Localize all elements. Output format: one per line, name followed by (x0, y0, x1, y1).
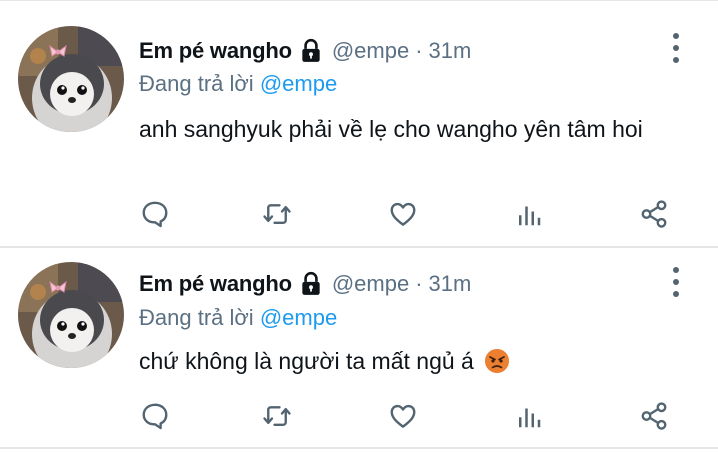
reply-to-handle[interactable]: @empe (260, 71, 337, 96)
lock-icon (298, 38, 324, 64)
penguin-avatar-icon (18, 262, 124, 368)
retweet-button[interactable] (259, 196, 295, 232)
lock-icon (298, 271, 324, 297)
author-name[interactable]: Em pé wangho (139, 270, 292, 298)
share-icon (639, 199, 669, 229)
reply-button[interactable] (137, 398, 173, 434)
tweet[interactable]: Em pé wangho @empe · 31m Đang trả lời @e… (0, 248, 718, 453)
author-handle[interactable]: @empe (332, 37, 409, 65)
reply-prefix: Đang trả lời (139, 71, 254, 96)
analytics-button[interactable] (511, 196, 547, 232)
author-handle[interactable]: @empe (332, 270, 409, 298)
timestamp[interactable]: 31m (429, 37, 472, 65)
reply-icon (140, 199, 170, 229)
more-vertical-icon (666, 30, 686, 66)
tweet-actions (0, 398, 718, 434)
more-vertical-icon (666, 264, 686, 300)
avatar[interactable] (18, 26, 124, 132)
more-options-button[interactable] (666, 30, 686, 66)
bottom-divider (0, 447, 718, 449)
replying-to: Đang trả lời @empe (139, 70, 337, 98)
reply-prefix: Đang trả lời (139, 305, 254, 330)
penguin-avatar-icon (18, 26, 124, 132)
reply-button[interactable] (137, 196, 173, 232)
tweet-header: Em pé wangho @empe · 31m (139, 37, 471, 65)
tweet[interactable]: Em pé wangho @empe · 31m Đang trả lời @e… (0, 0, 718, 248)
like-button[interactable] (385, 196, 421, 232)
replying-to: Đang trả lời @empe (139, 304, 337, 332)
like-icon (388, 199, 418, 229)
share-icon (639, 401, 669, 431)
separator: · (415, 271, 423, 296)
retweet-button[interactable] (259, 398, 295, 434)
avatar[interactable] (18, 262, 124, 368)
tweet-text: chứ không là người ta mất ngủ á (139, 348, 474, 374)
tweet-text: anh sanghyuk phải về lẹ cho wangho yên t… (139, 116, 643, 142)
retweet-icon (262, 199, 292, 229)
analytics-icon (514, 401, 544, 431)
angry-face-emoji-icon (484, 348, 510, 374)
share-button[interactable] (636, 398, 672, 434)
author-name[interactable]: Em pé wangho (139, 37, 292, 65)
like-button[interactable] (385, 398, 421, 434)
separator: · (415, 38, 423, 63)
like-icon (388, 401, 418, 431)
analytics-icon (514, 199, 544, 229)
reply-to-handle[interactable]: @empe (260, 305, 337, 330)
tweet-header: Em pé wangho @empe · 31m (139, 270, 471, 298)
share-button[interactable] (636, 196, 672, 232)
more-options-button[interactable] (666, 264, 686, 300)
reply-icon (140, 401, 170, 431)
tweet-text-container: chứ không là người ta mất ngủ á (139, 343, 679, 379)
tweet-actions (0, 196, 718, 232)
retweet-icon (262, 401, 292, 431)
analytics-button[interactable] (511, 398, 547, 434)
timestamp[interactable]: 31m (429, 270, 472, 298)
